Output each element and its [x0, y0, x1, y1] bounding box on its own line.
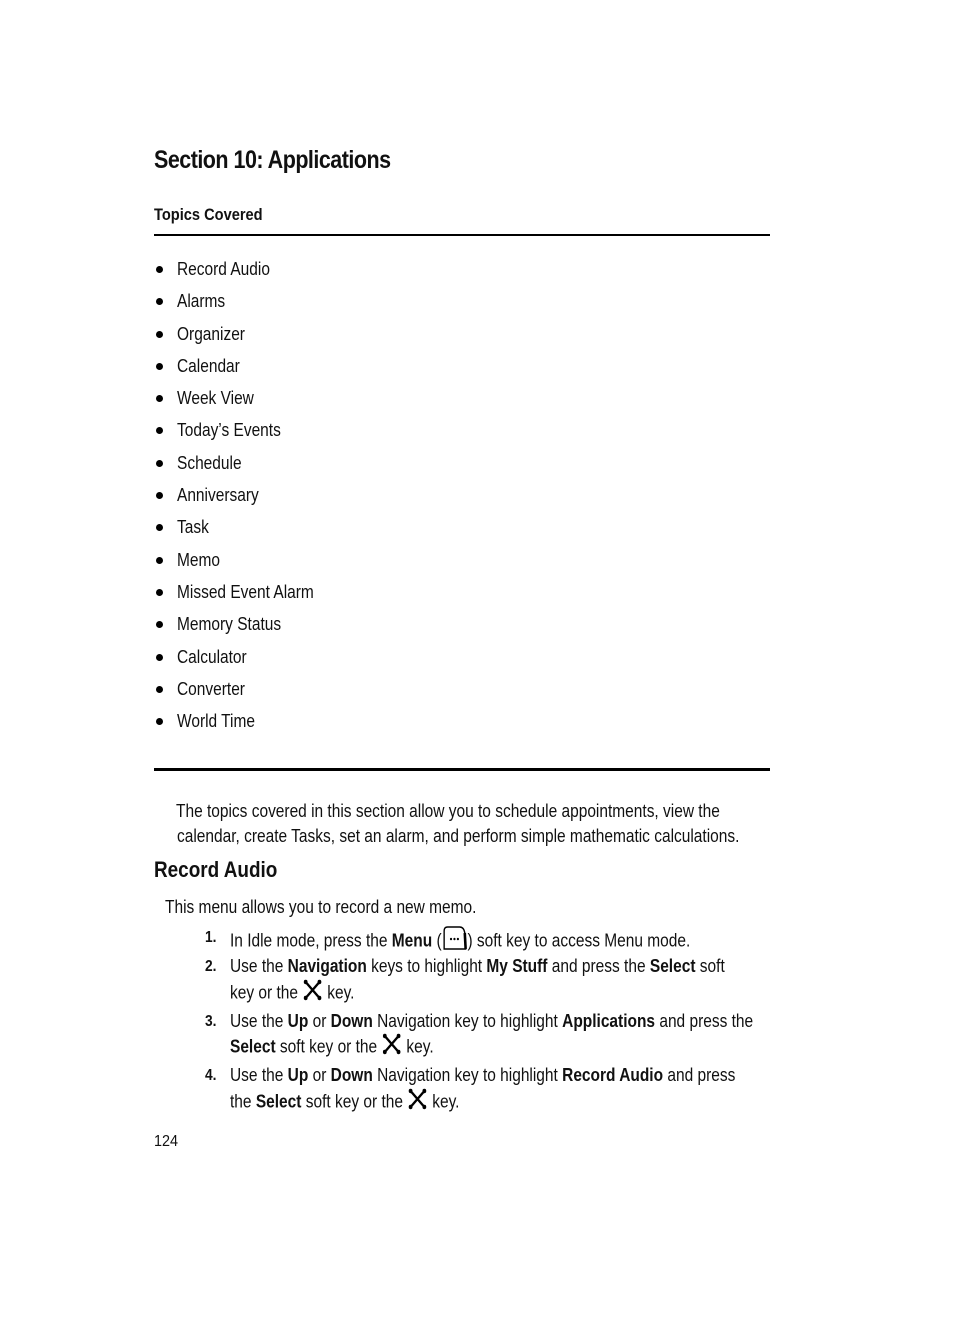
topic-label: Memory Status [177, 614, 282, 635]
bullet-icon [156, 492, 163, 500]
bullet-icon [156, 653, 163, 661]
bullet-icon [156, 718, 163, 726]
topic-label: Task [177, 517, 209, 538]
bullet-icon [156, 588, 163, 596]
step-number: 3. [205, 1013, 217, 1030]
select-key-icon [407, 1088, 428, 1117]
step-text-line-1: Use the Navigation keys to highlight My … [230, 956, 725, 976]
bullet-icon [156, 330, 163, 338]
record-audio-description: This menu allows you to record a new mem… [165, 897, 477, 917]
bullet-icon [156, 621, 163, 629]
step-text-line-2: key or the key. [230, 979, 354, 1008]
topic-label: Memo [177, 549, 221, 570]
step-number: 1. [205, 929, 217, 946]
topic-label: Calendar [177, 355, 240, 376]
step-number: 2. [205, 958, 217, 975]
topic-label: Calculator [177, 646, 247, 667]
topic-label: Alarms [177, 291, 226, 312]
bullet-icon [156, 298, 163, 306]
page-number: 124 [154, 1133, 179, 1150]
bullet-icon [156, 395, 163, 403]
bullet-icon [156, 556, 163, 564]
step-number: 4. [205, 1067, 217, 1084]
topic-label: Schedule [177, 452, 242, 473]
section-title: Section 10: Applications [154, 146, 391, 174]
topic-label: Record Audio [177, 259, 270, 279]
topic-label: Today’s Events [177, 420, 281, 441]
bullet-icon [156, 266, 163, 273]
divider-bottom [154, 768, 770, 771]
step-text-line-1: Use the Up or Down Navigation key to hig… [230, 1011, 754, 1031]
select-key-icon [381, 1033, 402, 1062]
topic-label: Missed Event Alarm [177, 581, 314, 602]
intro-paragraph-line-2: calendar, create Tasks, set an alarm, an… [177, 826, 740, 846]
topic-label: Organizer [177, 323, 245, 344]
bullet-icon [156, 459, 163, 467]
bullet-icon [156, 362, 163, 370]
topic-label: Converter [177, 678, 245, 699]
topic-label: Week View [177, 388, 254, 409]
step-text-line-1: Use the Up or Down Navigation key to hig… [230, 1065, 736, 1085]
record-audio-heading: Record Audio [154, 857, 278, 882]
topics-covered-heading: Topics Covered [154, 205, 263, 224]
topic-label: World Time [177, 711, 255, 732]
divider-top [154, 234, 770, 236]
bullet-icon [156, 524, 163, 532]
step-text-line-2: Select soft key or the key. [230, 1033, 434, 1062]
topic-label: Anniversary [177, 485, 259, 506]
bullet-icon [156, 427, 163, 435]
bullet-icon [156, 685, 163, 693]
step-text-line-2: the Select soft key or the key. [230, 1088, 459, 1117]
intro-paragraph-line-1: The topics covered in this section allow… [176, 801, 720, 821]
select-key-icon [302, 979, 323, 1008]
